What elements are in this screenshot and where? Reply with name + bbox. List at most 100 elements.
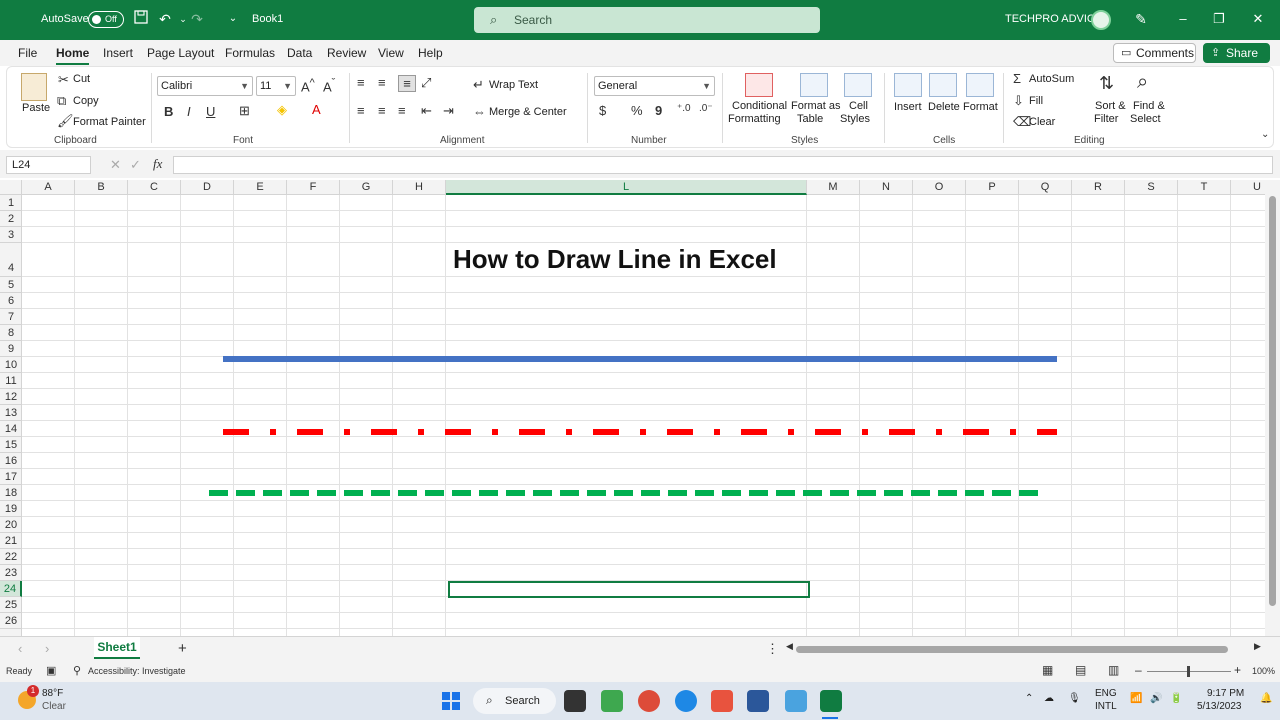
sort-filter-icon[interactable]: ⇅: [1099, 73, 1114, 94]
row-header-25[interactable]: 25: [0, 597, 22, 613]
scrollbar-thumb[interactable]: [1269, 196, 1276, 606]
chrome-icon[interactable]: [638, 690, 660, 712]
row-header-17[interactable]: 17: [0, 469, 22, 485]
enter-icon[interactable]: ✓: [130, 157, 141, 173]
row-header-18[interactable]: 18: [0, 485, 22, 501]
tab-page-layout[interactable]: Page Layout: [147, 46, 214, 60]
vertical-scrollbar[interactable]: [1265, 180, 1280, 636]
font-size-combo[interactable]: 11 ▼: [256, 76, 296, 96]
task-view-icon[interactable]: [564, 690, 586, 712]
row-header-2[interactable]: 2: [0, 211, 22, 227]
row-header-4[interactable]: 4: [0, 243, 22, 277]
tab-data[interactable]: Data: [287, 46, 312, 60]
format-cells-icon[interactable]: [966, 73, 994, 97]
increase-font-icon[interactable]: A^: [301, 77, 315, 94]
bold-button[interactable]: B: [164, 104, 173, 119]
row-header-19[interactable]: 19: [0, 501, 22, 517]
align-left-icon[interactable]: ≡: [357, 103, 365, 118]
onedrive-icon[interactable]: ☁: [1044, 693, 1054, 704]
volume-icon[interactable]: 🔊: [1150, 693, 1162, 704]
font-color-icon[interactable]: A: [312, 102, 321, 117]
conditional-formatting-label-1[interactable]: Conditional: [732, 100, 787, 112]
comma-button[interactable]: 9: [655, 103, 662, 118]
row-header-7[interactable]: 7: [0, 309, 22, 325]
battery-icon[interactable]: 🔋: [1170, 693, 1182, 704]
row-header-22[interactable]: 22: [0, 549, 22, 565]
font-name-combo[interactable]: Calibri ▼: [157, 76, 253, 96]
row-header-8[interactable]: 8: [0, 325, 22, 341]
column-header-t[interactable]: T: [1178, 180, 1231, 195]
microphone-icon[interactable]: 🎙: [1068, 693, 1081, 704]
increase-indent-icon[interactable]: ⇥: [443, 103, 454, 119]
merge-center-icon[interactable]: ⇔: [473, 104, 486, 119]
row-header-21[interactable]: 21: [0, 533, 22, 549]
cell-styles-label-2[interactable]: Styles: [840, 113, 870, 125]
autosum-icon[interactable]: Σ: [1013, 71, 1021, 86]
format-painter-button[interactable]: Format Painter: [73, 116, 146, 128]
weather-temp[interactable]: 88°F: [42, 688, 63, 699]
align-top-icon[interactable]: ≡: [357, 75, 365, 90]
row-header-3[interactable]: 3: [0, 227, 22, 243]
decrease-decimal-icon[interactable]: .0⁻: [699, 103, 713, 114]
taskbar-search[interactable]: ⌕ Search: [473, 688, 556, 714]
row-header-12[interactable]: 12: [0, 389, 22, 405]
accessibility-status[interactable]: Accessibility: Investigate: [88, 666, 186, 676]
format-as-table-icon[interactable]: [800, 73, 828, 97]
column-header-m[interactable]: M: [807, 180, 860, 195]
cut-icon[interactable]: ✂: [58, 72, 69, 88]
redo-icon[interactable]: ↷: [188, 10, 206, 28]
clock-time[interactable]: 9:17 PM: [1207, 688, 1244, 699]
percent-button[interactable]: %: [631, 103, 643, 118]
zoom-slider[interactable]: [1147, 666, 1231, 677]
sort-filter-label-2[interactable]: Filter: [1094, 113, 1118, 125]
conditional-formatting-label-2[interactable]: Formatting: [728, 113, 781, 125]
wrap-text-button[interactable]: Wrap Text: [489, 79, 538, 91]
language-line-2[interactable]: INTL: [1095, 701, 1117, 712]
zoom-level[interactable]: 100%: [1252, 666, 1275, 676]
tab-file[interactable]: File: [18, 46, 37, 60]
borders-icon[interactable]: ⊞: [239, 103, 250, 119]
windows-start-icon[interactable]: [441, 691, 461, 711]
save-icon[interactable]: [132, 10, 150, 28]
wrap-text-icon[interactable]: ↵: [473, 77, 484, 93]
weather-desc[interactable]: Clear: [42, 701, 66, 712]
macro-icon[interactable]: ▣: [46, 664, 56, 677]
row-header-11[interactable]: 11: [0, 373, 22, 389]
copy-icon[interactable]: ⧉: [57, 93, 66, 109]
row-header-6[interactable]: 6: [0, 293, 22, 309]
pen-icon[interactable]: ✎: [1132, 10, 1150, 28]
row-header-16[interactable]: 16: [0, 453, 22, 469]
italic-button[interactable]: I: [187, 104, 191, 119]
cell-styles-icon[interactable]: [844, 73, 872, 97]
word-icon[interactable]: [747, 690, 769, 712]
autosave-toggle[interactable]: Off: [88, 11, 124, 28]
avatar[interactable]: [1091, 10, 1111, 30]
maximize-icon[interactable]: ❐: [1212, 12, 1226, 26]
zoom-slider-handle[interactable]: [1187, 666, 1190, 677]
tab-review[interactable]: Review: [327, 46, 366, 60]
zoom-in-icon[interactable]: +: [1234, 663, 1241, 677]
paste-icon[interactable]: [21, 73, 47, 101]
more-icon[interactable]: ⋮: [766, 641, 779, 657]
fill-color-icon[interactable]: ◈: [277, 102, 287, 118]
column-header-f[interactable]: F: [287, 180, 340, 195]
page-layout-view-icon[interactable]: ▤: [1075, 663, 1086, 677]
tab-home[interactable]: Home: [56, 46, 90, 65]
close-icon[interactable]: ✕: [1251, 12, 1265, 26]
column-header-h[interactable]: H: [393, 180, 446, 195]
column-header-e[interactable]: E: [234, 180, 287, 195]
clear-button[interactable]: Clear: [1029, 116, 1055, 128]
column-header-d[interactable]: D: [181, 180, 234, 195]
align-right-icon[interactable]: ≡: [398, 103, 406, 118]
align-middle-icon[interactable]: ≡: [378, 75, 386, 90]
row-header-13[interactable]: 13: [0, 405, 22, 421]
currency-button[interactable]: $: [599, 103, 606, 118]
clock-date[interactable]: 5/13/2023: [1197, 701, 1242, 712]
tab-help[interactable]: Help: [418, 46, 443, 60]
select-all-corner[interactable]: [0, 180, 22, 195]
column-header-n[interactable]: N: [860, 180, 913, 195]
sort-filter-label-1[interactable]: Sort &: [1095, 100, 1126, 112]
delete-cells-icon[interactable]: [929, 73, 957, 97]
account-name[interactable]: TECHPRO ADVICE: [1005, 13, 1102, 25]
fill-icon[interactable]: ⇩: [1013, 93, 1024, 109]
